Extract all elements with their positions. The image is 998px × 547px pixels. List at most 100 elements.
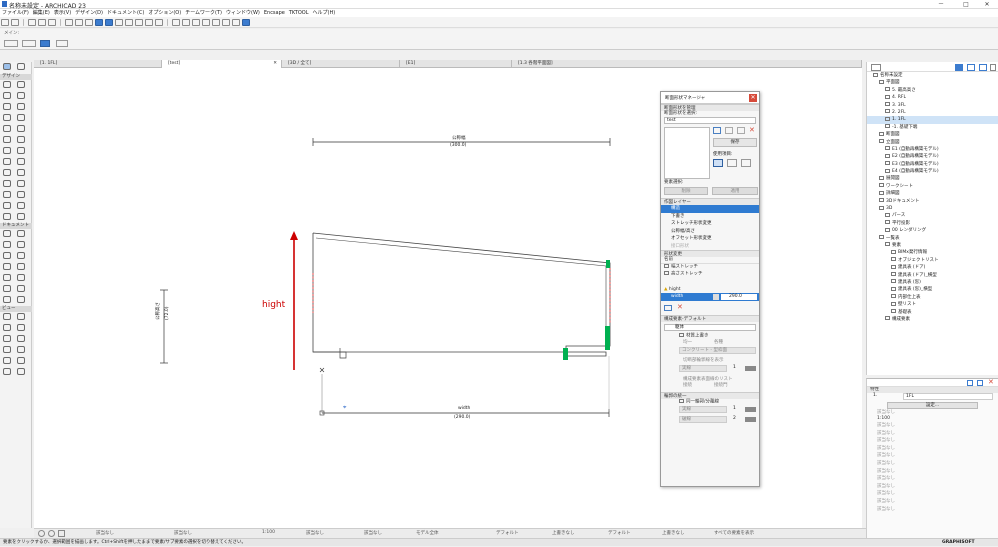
view-tool-icon[interactable] bbox=[3, 357, 11, 364]
design-tool-icon[interactable] bbox=[3, 125, 11, 132]
section-outline[interactable]: 輪郭の統一 bbox=[661, 391, 759, 399]
maximize-button[interactable]: □ bbox=[955, 0, 977, 9]
view-tool-icon[interactable] bbox=[3, 313, 11, 320]
status-field[interactable]: 該当なし bbox=[174, 530, 192, 536]
design-tool-icon[interactable] bbox=[3, 81, 11, 88]
checkbox[interactable] bbox=[664, 270, 669, 275]
navigator-item[interactable]: パース bbox=[867, 212, 998, 219]
navigator-item[interactable]: 2. 2FL bbox=[867, 109, 998, 116]
design-tool-icon[interactable] bbox=[3, 191, 11, 198]
design-tool-icon[interactable] bbox=[3, 92, 11, 99]
align-icon[interactable] bbox=[172, 19, 180, 26]
view-tool-icon[interactable] bbox=[3, 346, 11, 353]
link-icon[interactable] bbox=[713, 294, 719, 300]
design-tool-icon[interactable] bbox=[17, 114, 25, 121]
document-tool-icon[interactable] bbox=[3, 230, 11, 237]
new-profile-icon[interactable] bbox=[713, 127, 721, 134]
close-tab-icon[interactable]: ✕ bbox=[273, 60, 277, 68]
view-tool-icon[interactable] bbox=[17, 368, 25, 375]
navigator-item[interactable]: -1. 基礎下端 bbox=[867, 124, 998, 131]
navigator-item[interactable]: 名称未設定 bbox=[867, 72, 998, 79]
navigator-item[interactable]: 1. 1FL bbox=[867, 116, 998, 124]
status-field[interactable]: モデル全体 bbox=[416, 530, 439, 536]
layer-row[interactable]: 下書き bbox=[661, 213, 759, 221]
stairs-icon[interactable] bbox=[75, 19, 83, 26]
navigator-item[interactable]: 詳細図 bbox=[867, 190, 998, 197]
pen-swatch[interactable] bbox=[745, 407, 756, 412]
document-tool-icon[interactable] bbox=[17, 252, 25, 259]
outline-linetype-2[interactable]: 破線 bbox=[679, 416, 727, 423]
navigator-item[interactable]: 3D bbox=[867, 205, 998, 212]
view-tool-icon[interactable] bbox=[17, 357, 25, 364]
document-tool-icon[interactable] bbox=[3, 296, 11, 303]
status-field[interactable]: すべての要素を表示 bbox=[714, 530, 754, 536]
mirror-icon[interactable] bbox=[182, 19, 190, 26]
document-tool-icon[interactable] bbox=[3, 263, 11, 270]
marquee-tool-icon[interactable] bbox=[17, 63, 25, 70]
layer-row[interactable]: 接口形状 bbox=[661, 243, 759, 251]
navigator-item[interactable]: 建具表 (窓) bbox=[867, 279, 998, 286]
checkbox[interactable] bbox=[679, 398, 684, 403]
tab-e1[interactable]: [E1] bbox=[400, 60, 512, 68]
scale-display[interactable]: 1:100 bbox=[262, 530, 275, 535]
status-field[interactable]: デフォルト bbox=[608, 530, 631, 536]
navigator-item[interactable]: 建具表 (ドア)_横型 bbox=[867, 272, 998, 279]
rename-profile-icon[interactable] bbox=[737, 127, 745, 134]
design-tool-icon[interactable] bbox=[17, 136, 25, 143]
document-tool-icon[interactable] bbox=[3, 252, 11, 259]
navigator-item[interactable]: 断面図 bbox=[867, 131, 998, 138]
section-icon[interactable] bbox=[85, 19, 93, 26]
dimension-icon[interactable] bbox=[212, 19, 220, 26]
profile-icon[interactable] bbox=[242, 19, 250, 26]
layer-row[interactable]: 構造 bbox=[661, 205, 759, 213]
navigator-item[interactable]: 展開図 bbox=[867, 175, 998, 182]
design-tool-icon[interactable] bbox=[3, 136, 11, 143]
view-tool-icon[interactable] bbox=[3, 324, 11, 331]
status-field[interactable]: 該当なし bbox=[364, 530, 382, 536]
document-tool-icon[interactable] bbox=[3, 274, 11, 281]
palette-close-icon[interactable]: ✕ bbox=[749, 94, 757, 102]
delete-profile-icon[interactable]: ✕ bbox=[749, 126, 755, 134]
navigator-item[interactable]: 4. RFL bbox=[867, 94, 998, 101]
navigator-item[interactable]: 要素 bbox=[867, 242, 998, 249]
view-tool-icon[interactable] bbox=[17, 346, 25, 353]
navigator-item[interactable]: 構成要素 bbox=[867, 316, 998, 323]
navigator-item[interactable]: 内部仕上表 bbox=[867, 294, 998, 301]
design-tool-icon[interactable] bbox=[3, 202, 11, 209]
menu-window[interactable]: ウィンドウ(W) bbox=[224, 9, 262, 17]
minimize-button[interactable]: － bbox=[930, 0, 952, 9]
rotate-icon[interactable] bbox=[192, 19, 200, 26]
layer-icon[interactable] bbox=[65, 19, 73, 26]
save-icon[interactable] bbox=[38, 19, 46, 26]
view-tool-icon[interactable] bbox=[17, 324, 25, 331]
element-delete-button[interactable]: 削除 bbox=[664, 187, 708, 195]
pen-swatch[interactable] bbox=[745, 365, 756, 371]
navigator-item[interactable]: 壁リスト bbox=[867, 301, 998, 308]
document-tool-icon[interactable] bbox=[17, 285, 25, 292]
menu-edit[interactable]: 編集(E) bbox=[31, 9, 52, 17]
linetype-select[interactable]: 実線 bbox=[679, 364, 727, 372]
navigator-item[interactable]: 一覧表 bbox=[867, 235, 998, 242]
panel-view-icon[interactable] bbox=[977, 380, 983, 386]
design-tool-icon[interactable] bbox=[3, 147, 11, 154]
section-layers[interactable]: 作図レイヤー bbox=[661, 198, 759, 205]
navigator-mode-icon[interactable] bbox=[871, 64, 881, 71]
navigator-item[interactable]: 建具表 (窓)_横型 bbox=[867, 286, 998, 293]
use-beam-icon[interactable] bbox=[727, 159, 737, 167]
status-field[interactable]: 上書きなし bbox=[552, 530, 575, 536]
layer-row[interactable]: オフセット形状変更 bbox=[661, 235, 759, 243]
element-type-button[interactable] bbox=[4, 40, 18, 47]
design-tool-icon[interactable] bbox=[3, 213, 11, 220]
document-tool-icon[interactable] bbox=[3, 241, 11, 248]
param-width-value[interactable]: 290.0 bbox=[721, 294, 757, 300]
status-field[interactable]: デフォルト bbox=[496, 530, 519, 536]
use-wall-icon[interactable] bbox=[713, 159, 723, 167]
zoom-out-icon[interactable] bbox=[48, 530, 55, 537]
design-tool-icon[interactable] bbox=[3, 169, 11, 176]
zoom-in-icon[interactable] bbox=[38, 530, 45, 537]
print-icon[interactable] bbox=[48, 19, 56, 26]
view-tool-icon[interactable] bbox=[17, 335, 25, 342]
tab-3d[interactable]: [3D / 全て] bbox=[282, 60, 400, 68]
param-width-row[interactable]: width 290.0 bbox=[661, 293, 759, 301]
design-tool-icon[interactable] bbox=[3, 158, 11, 165]
